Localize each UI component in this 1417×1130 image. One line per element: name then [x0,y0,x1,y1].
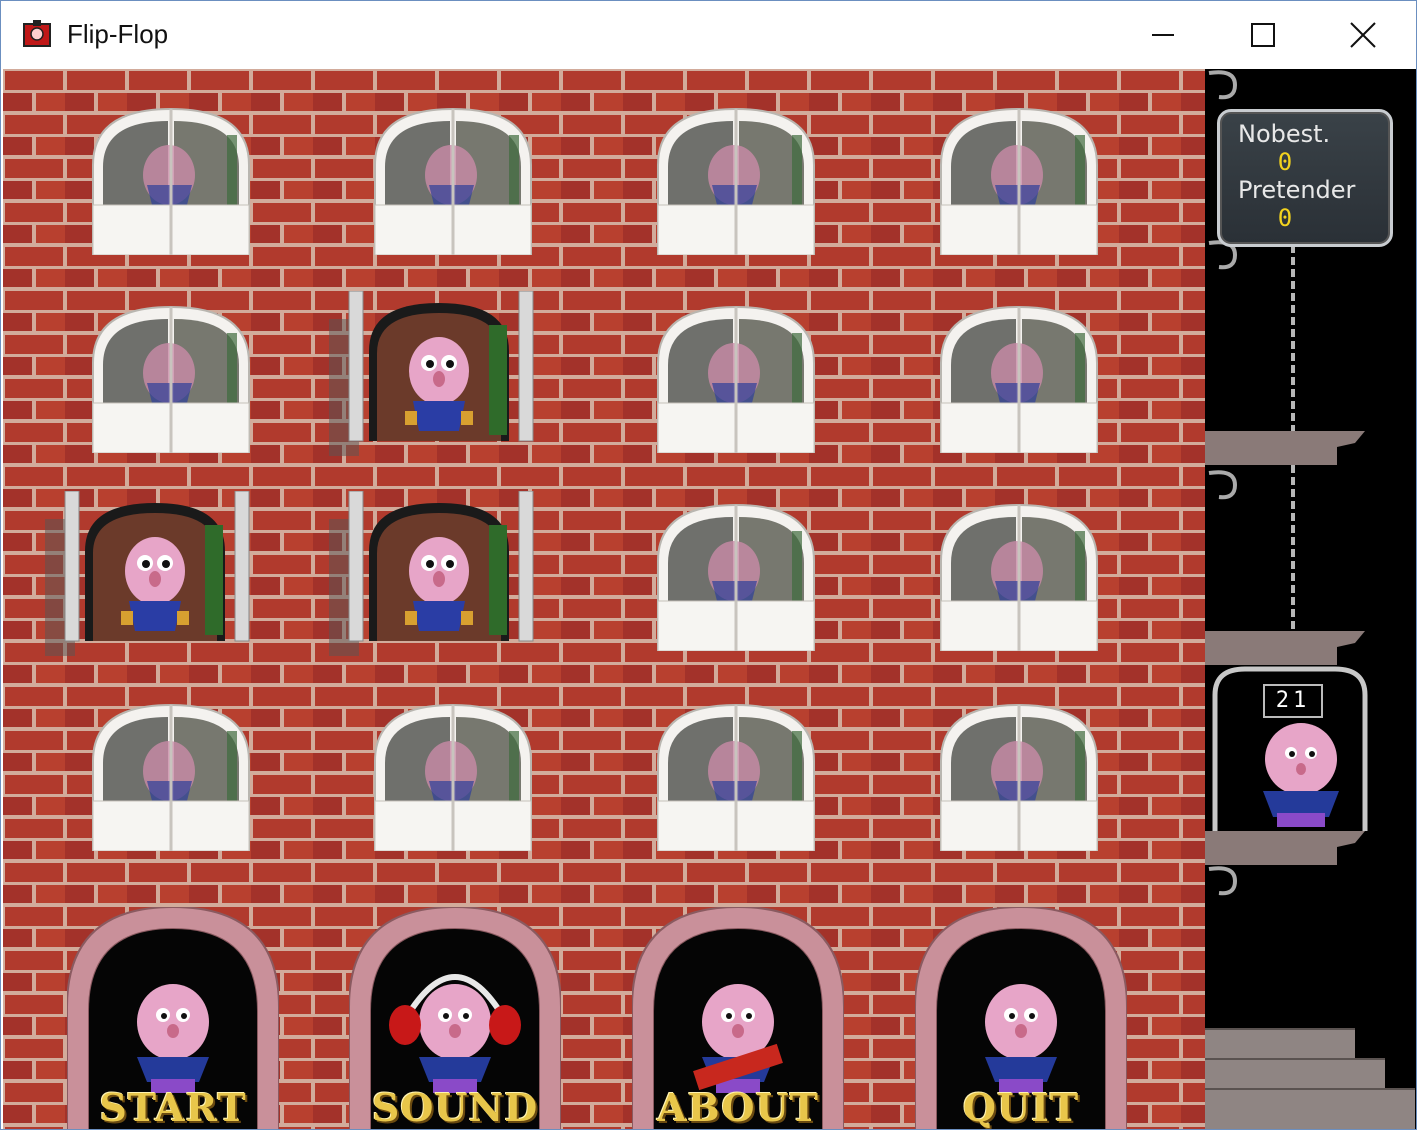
about-label: ABOUT [657,1085,819,1130]
side-panel: Nobest. 0 Pretender 0 21 [1205,69,1416,1129]
window-r3-c2-open[interactable] [329,491,539,656]
quit-button[interactable]: QUIT [914,906,1128,1130]
about-button[interactable]: ABOUT [631,906,845,1130]
sound-label: SOUND [371,1085,539,1130]
minimize-icon [1152,34,1174,36]
start-button[interactable]: START [66,906,280,1130]
start-label: START [99,1085,247,1130]
player-score-label: Pretender [1238,176,1356,204]
window-r2-c4[interactable] [935,303,1103,453]
scoreboard: Nobest. 0 Pretender 0 [1217,109,1393,247]
window-r3-c3[interactable] [652,501,820,651]
window-r2-c1[interactable] [87,303,255,453]
game-area: START SOUND ABOUT QUIT Nobest. 0 Pretend… [3,69,1416,1129]
window-r4-c2[interactable] [369,701,537,851]
window-r3-c1-open[interactable] [45,491,255,656]
app-window: Flip-Flop START SOUND ABOUT QUIT Nobest.… [0,0,1417,1130]
close-icon [1350,22,1376,48]
window-r1-c1[interactable] [87,105,255,255]
window-r2-c3[interactable] [652,303,820,453]
window-title: Flip-Flop [67,19,169,49]
minimize-button[interactable] [1113,1,1213,69]
app-icon [23,20,51,47]
close-button[interactable] [1313,1,1413,69]
best-score-label: Nobest. [1238,120,1331,148]
best-score-value: 0 [1277,148,1293,176]
window-r4-c1[interactable] [87,701,255,851]
window-r1-c4[interactable] [935,105,1103,255]
window-r1-c2[interactable] [369,105,537,255]
window-r4-c4[interactable] [935,701,1103,851]
sound-button[interactable]: SOUND [348,906,562,1130]
window-r3-c4[interactable] [935,501,1103,651]
window-r4-c3[interactable] [652,701,820,851]
maximize-button[interactable] [1213,1,1313,69]
title-bar[interactable]: Flip-Flop [1,1,1416,69]
window-r2-c2-open[interactable] [329,291,539,456]
maximize-icon [1251,23,1275,47]
window-r1-c3[interactable] [652,105,820,255]
quit-label: QUIT [962,1085,1080,1130]
player-score-value: 0 [1277,204,1293,232]
moves-counter: 21 [1263,684,1323,718]
